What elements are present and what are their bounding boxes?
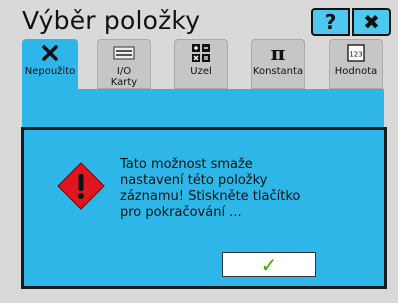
page-title: Výběr položky bbox=[22, 6, 201, 35]
tab-uzel[interactable]: Uzel bbox=[174, 39, 228, 89]
tab-label: Hodnota bbox=[334, 66, 378, 77]
value-123-icon: 123 bbox=[347, 43, 365, 63]
tab-label: I/O Karty bbox=[110, 66, 138, 88]
calculator-icon bbox=[191, 43, 211, 63]
help-icon: ? bbox=[324, 10, 337, 34]
close-button[interactable]: ✖ bbox=[352, 8, 391, 36]
tab-label: Konstanta bbox=[252, 66, 304, 77]
help-button[interactable]: ? bbox=[311, 8, 350, 36]
pi-icon: π bbox=[270, 41, 286, 65]
tab-io-karty[interactable]: I/O Karty bbox=[97, 39, 151, 89]
warning-icon bbox=[56, 161, 106, 211]
x-icon bbox=[42, 43, 58, 63]
svg-text:123: 123 bbox=[349, 51, 362, 59]
tab-hodnota[interactable]: 123 Hodnota bbox=[329, 39, 383, 89]
tab-label: Uzel bbox=[190, 66, 212, 77]
checkmark-icon: ✓ bbox=[260, 252, 278, 277]
tab-label: Nepoužito bbox=[24, 66, 76, 77]
close-icon: ✖ bbox=[363, 10, 380, 34]
io-card-icon bbox=[113, 43, 135, 63]
ok-button[interactable]: ✓ bbox=[222, 252, 316, 277]
tab-konstanta[interactable]: π Konstanta bbox=[251, 39, 305, 89]
dialog-message: Tato možnost smaže nastavení této položk… bbox=[120, 157, 301, 220]
